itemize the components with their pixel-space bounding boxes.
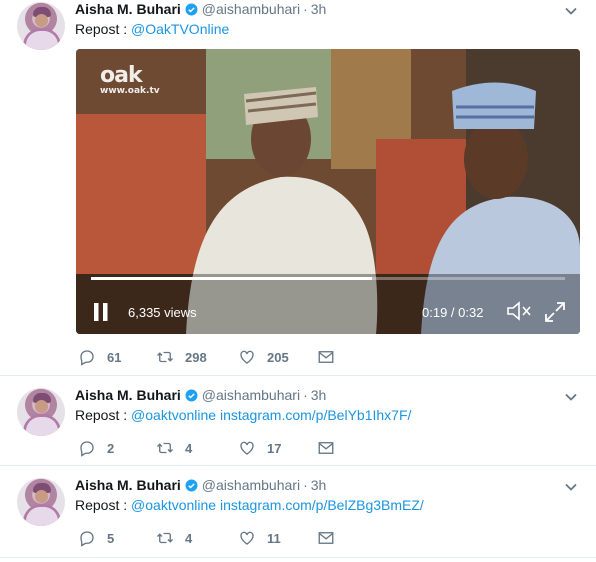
author-handle[interactable]: @aishambuhari — [202, 387, 300, 403]
like-icon — [240, 441, 254, 455]
retweet-icon — [157, 532, 173, 544]
reply-icon — [80, 350, 94, 366]
chevron-down-icon[interactable] — [564, 4, 578, 18]
author-name[interactable]: Aisha M. Buhari — [75, 387, 181, 403]
tweet[interactable]: Aisha M. Buhari @aishambuhari · 3h Repos… — [0, 466, 596, 558]
direct-message-button[interactable] — [317, 348, 335, 366]
author-handle[interactable]: @aishambuhari — [202, 1, 300, 17]
timestamp[interactable]: 3h — [311, 387, 327, 403]
like-count: 17 — [267, 440, 282, 456]
tweet[interactable]: Aisha M. Buhari @aishambuhari · 3h Repos… — [0, 0, 596, 376]
tweet-prefix: Repost : — [75, 407, 132, 423]
chevron-down-icon[interactable] — [564, 480, 578, 494]
tweet[interactable]: Aisha M. Buhari @aishambuhari · 3h Repos… — [0, 376, 596, 466]
retweet-button[interactable]: 4 — [156, 439, 238, 457]
tweet-prefix: Repost : — [75, 497, 132, 513]
retweet-icon — [157, 442, 173, 454]
watermark-logo: oak — [100, 63, 143, 88]
retweet-count: 4 — [185, 530, 193, 546]
direct-message-button[interactable] — [317, 529, 335, 547]
mention-link[interactable]: @oaktvonline — [131, 497, 216, 513]
direct-message-icon — [318, 532, 334, 544]
retweet-count: 4 — [185, 440, 193, 456]
direct-message-button[interactable] — [317, 439, 335, 457]
reply-count: 5 — [107, 530, 115, 546]
reply-count: 2 — [107, 440, 115, 456]
chevron-down-icon[interactable] — [564, 390, 578, 404]
like-count: 205 — [267, 349, 289, 365]
tweet-actions: 5 4 11 — [78, 529, 335, 547]
video-progress-bar[interactable] — [91, 277, 565, 280]
pause-icon[interactable] — [92, 302, 110, 322]
verified-badge-icon — [185, 3, 198, 15]
tweet-actions: 61 298 205 — [78, 348, 335, 366]
mute-icon[interactable] — [506, 300, 532, 322]
fullscreen-icon[interactable] — [544, 301, 566, 323]
tweet-header: Aisha M. Buhari @aishambuhari · 3h — [75, 386, 326, 404]
reply-button[interactable]: 2 — [78, 439, 156, 457]
tweet-header: Aisha M. Buhari @aishambuhari · 3h — [75, 0, 326, 18]
verified-badge-icon — [185, 389, 198, 401]
watermark-url: www.oak.tv — [100, 86, 160, 96]
instagram-link[interactable]: instagram.com/p/BelZBg3BmEZ/ — [220, 497, 424, 513]
reply-icon — [80, 441, 94, 457]
author-name[interactable]: Aisha M. Buhari — [75, 1, 181, 17]
video-progress-fill — [91, 277, 373, 280]
verified-badge-icon — [185, 479, 198, 491]
reply-button[interactable]: 61 — [78, 348, 156, 366]
separator-dot: · — [303, 1, 308, 17]
video-player[interactable]: oak www.oak.tv 6,335 views 0:19 / 0:32 — [76, 49, 580, 334]
like-count: 11 — [267, 530, 281, 546]
like-button[interactable]: 11 — [238, 529, 317, 547]
direct-message-icon — [318, 442, 334, 454]
retweet-button[interactable]: 4 — [156, 529, 238, 547]
like-icon — [240, 350, 254, 364]
tweet-text: Repost : @oaktvonline instagram.com/p/Be… — [75, 497, 424, 513]
tweet-actions: 2 4 17 — [78, 439, 335, 457]
timestamp[interactable]: 3h — [311, 1, 327, 17]
tweet-header: Aisha M. Buhari @aishambuhari · 3h — [75, 476, 326, 494]
reply-icon — [80, 531, 94, 547]
retweet-button[interactable]: 298 — [156, 348, 238, 366]
reply-count: 61 — [107, 349, 122, 365]
reply-button[interactable]: 5 — [78, 529, 156, 547]
direct-message-icon — [318, 351, 334, 363]
view-count: 6,335 views — [128, 305, 197, 320]
video-watermark: oak www.oak.tv — [100, 63, 160, 96]
separator-dot: · — [303, 387, 308, 403]
retweet-count: 298 — [185, 349, 207, 365]
author-name[interactable]: Aisha M. Buhari — [75, 477, 181, 493]
tweet-text: Repost : @oaktvonline instagram.com/p/Be… — [75, 407, 411, 423]
like-icon — [240, 531, 254, 545]
separator-dot: · — [303, 477, 308, 493]
tweet-text: Repost : @OakTVOnline — [75, 21, 229, 37]
retweet-icon — [157, 351, 173, 363]
like-button[interactable]: 205 — [238, 348, 317, 366]
timestamp[interactable]: 3h — [311, 477, 327, 493]
avatar[interactable] — [17, 478, 65, 526]
author-handle[interactable]: @aishambuhari — [202, 477, 300, 493]
avatar[interactable] — [17, 2, 65, 50]
mention-link[interactable]: @oaktvonline — [131, 407, 216, 423]
instagram-link[interactable]: instagram.com/p/BelYb1Ihx7F/ — [220, 407, 411, 423]
video-time: 0:19 / 0:32 — [422, 305, 484, 320]
like-button[interactable]: 17 — [238, 439, 317, 457]
avatar[interactable] — [17, 388, 65, 436]
tweet-prefix: Repost : — [75, 21, 132, 37]
mention-link[interactable]: @OakTVOnline — [131, 21, 229, 37]
